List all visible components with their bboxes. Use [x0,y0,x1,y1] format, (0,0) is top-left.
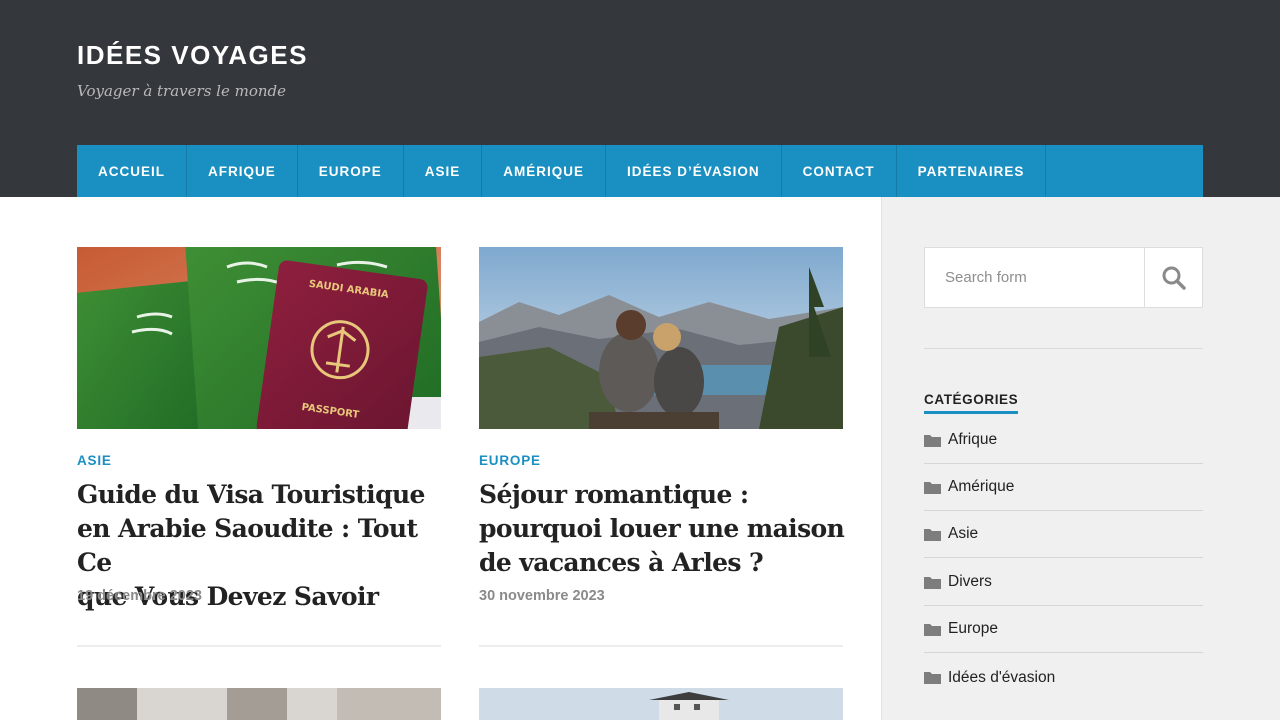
nav-item-idees-evasion[interactable]: IDÉES D’ÉVASION [606,145,782,197]
nav-item-contact[interactable]: CONTACT [782,145,897,197]
post-thumbnail[interactable] [479,247,843,429]
post-thumbnail[interactable] [479,688,843,720]
search-button[interactable] [1144,248,1202,307]
folder-icon [924,672,941,684]
post-category[interactable]: ASIE [77,453,112,468]
search-widget [924,247,1203,308]
nav-item-accueil[interactable]: ACCUEIL [77,145,187,197]
post-divider [77,645,441,647]
folder-icon [924,434,941,447]
post-date: 30 novembre 2023 [479,588,605,604]
post-date: 19 décembre 2023 [77,588,202,604]
nav-item-amerique[interactable]: AMÉRIQUE [482,145,607,197]
category-label: Amérique [948,478,1015,495]
categories-title: CATÉGORIES [924,392,1019,414]
post-category[interactable]: EUROPE [479,453,541,468]
folder-icon [924,623,941,636]
post-thumbnail[interactable] [77,688,441,720]
post-card: EUROPE Séjour romantique : pourquoi loue… [479,247,845,647]
category-item[interactable]: Asie [924,511,1203,558]
category-item[interactable]: Europe [924,606,1203,653]
site-title[interactable]: IDÉES VOYAGES [77,40,308,71]
category-label: Afrique [948,431,998,448]
search-icon [1162,266,1186,290]
folder-icon [924,481,941,494]
post-card: SAUDI ARABIA PASSPORT ASIE Guide du Visa… [77,247,441,647]
main-navigation: ACCUEIL AFRIQUE EUROPE ASIE AMÉRIQUE IDÉ… [77,145,1203,197]
nav-item-europe[interactable]: EUROPE [298,145,404,197]
category-item[interactable]: Idées d'évasion [924,654,1203,701]
category-label: Asie [948,525,979,542]
nav-item-partenaires[interactable]: PARTENAIRES [897,145,1047,197]
search-input[interactable] [925,248,1144,307]
category-label: Divers [948,573,992,590]
category-label: Idées d'évasion [948,668,1056,686]
widget-divider [924,348,1203,349]
folder-icon [924,576,941,589]
site-header: IDÉES VOYAGES Voyager à travers le monde… [0,0,1280,197]
category-item[interactable]: Afrique [924,417,1203,464]
post-thumbnail[interactable]: SAUDI ARABIA PASSPORT [77,247,441,429]
category-item[interactable]: Divers [924,559,1203,606]
nav-item-asie[interactable]: ASIE [404,145,483,197]
nav-item-afrique[interactable]: AFRIQUE [187,145,298,197]
site-tagline: Voyager à travers le monde [77,82,286,100]
post-divider [479,645,843,647]
post-title[interactable]: Séjour romantique : pourquoi louer une m… [479,478,849,580]
category-item[interactable]: Amérique [924,464,1203,511]
category-label: Europe [948,620,998,637]
folder-icon [924,528,941,541]
